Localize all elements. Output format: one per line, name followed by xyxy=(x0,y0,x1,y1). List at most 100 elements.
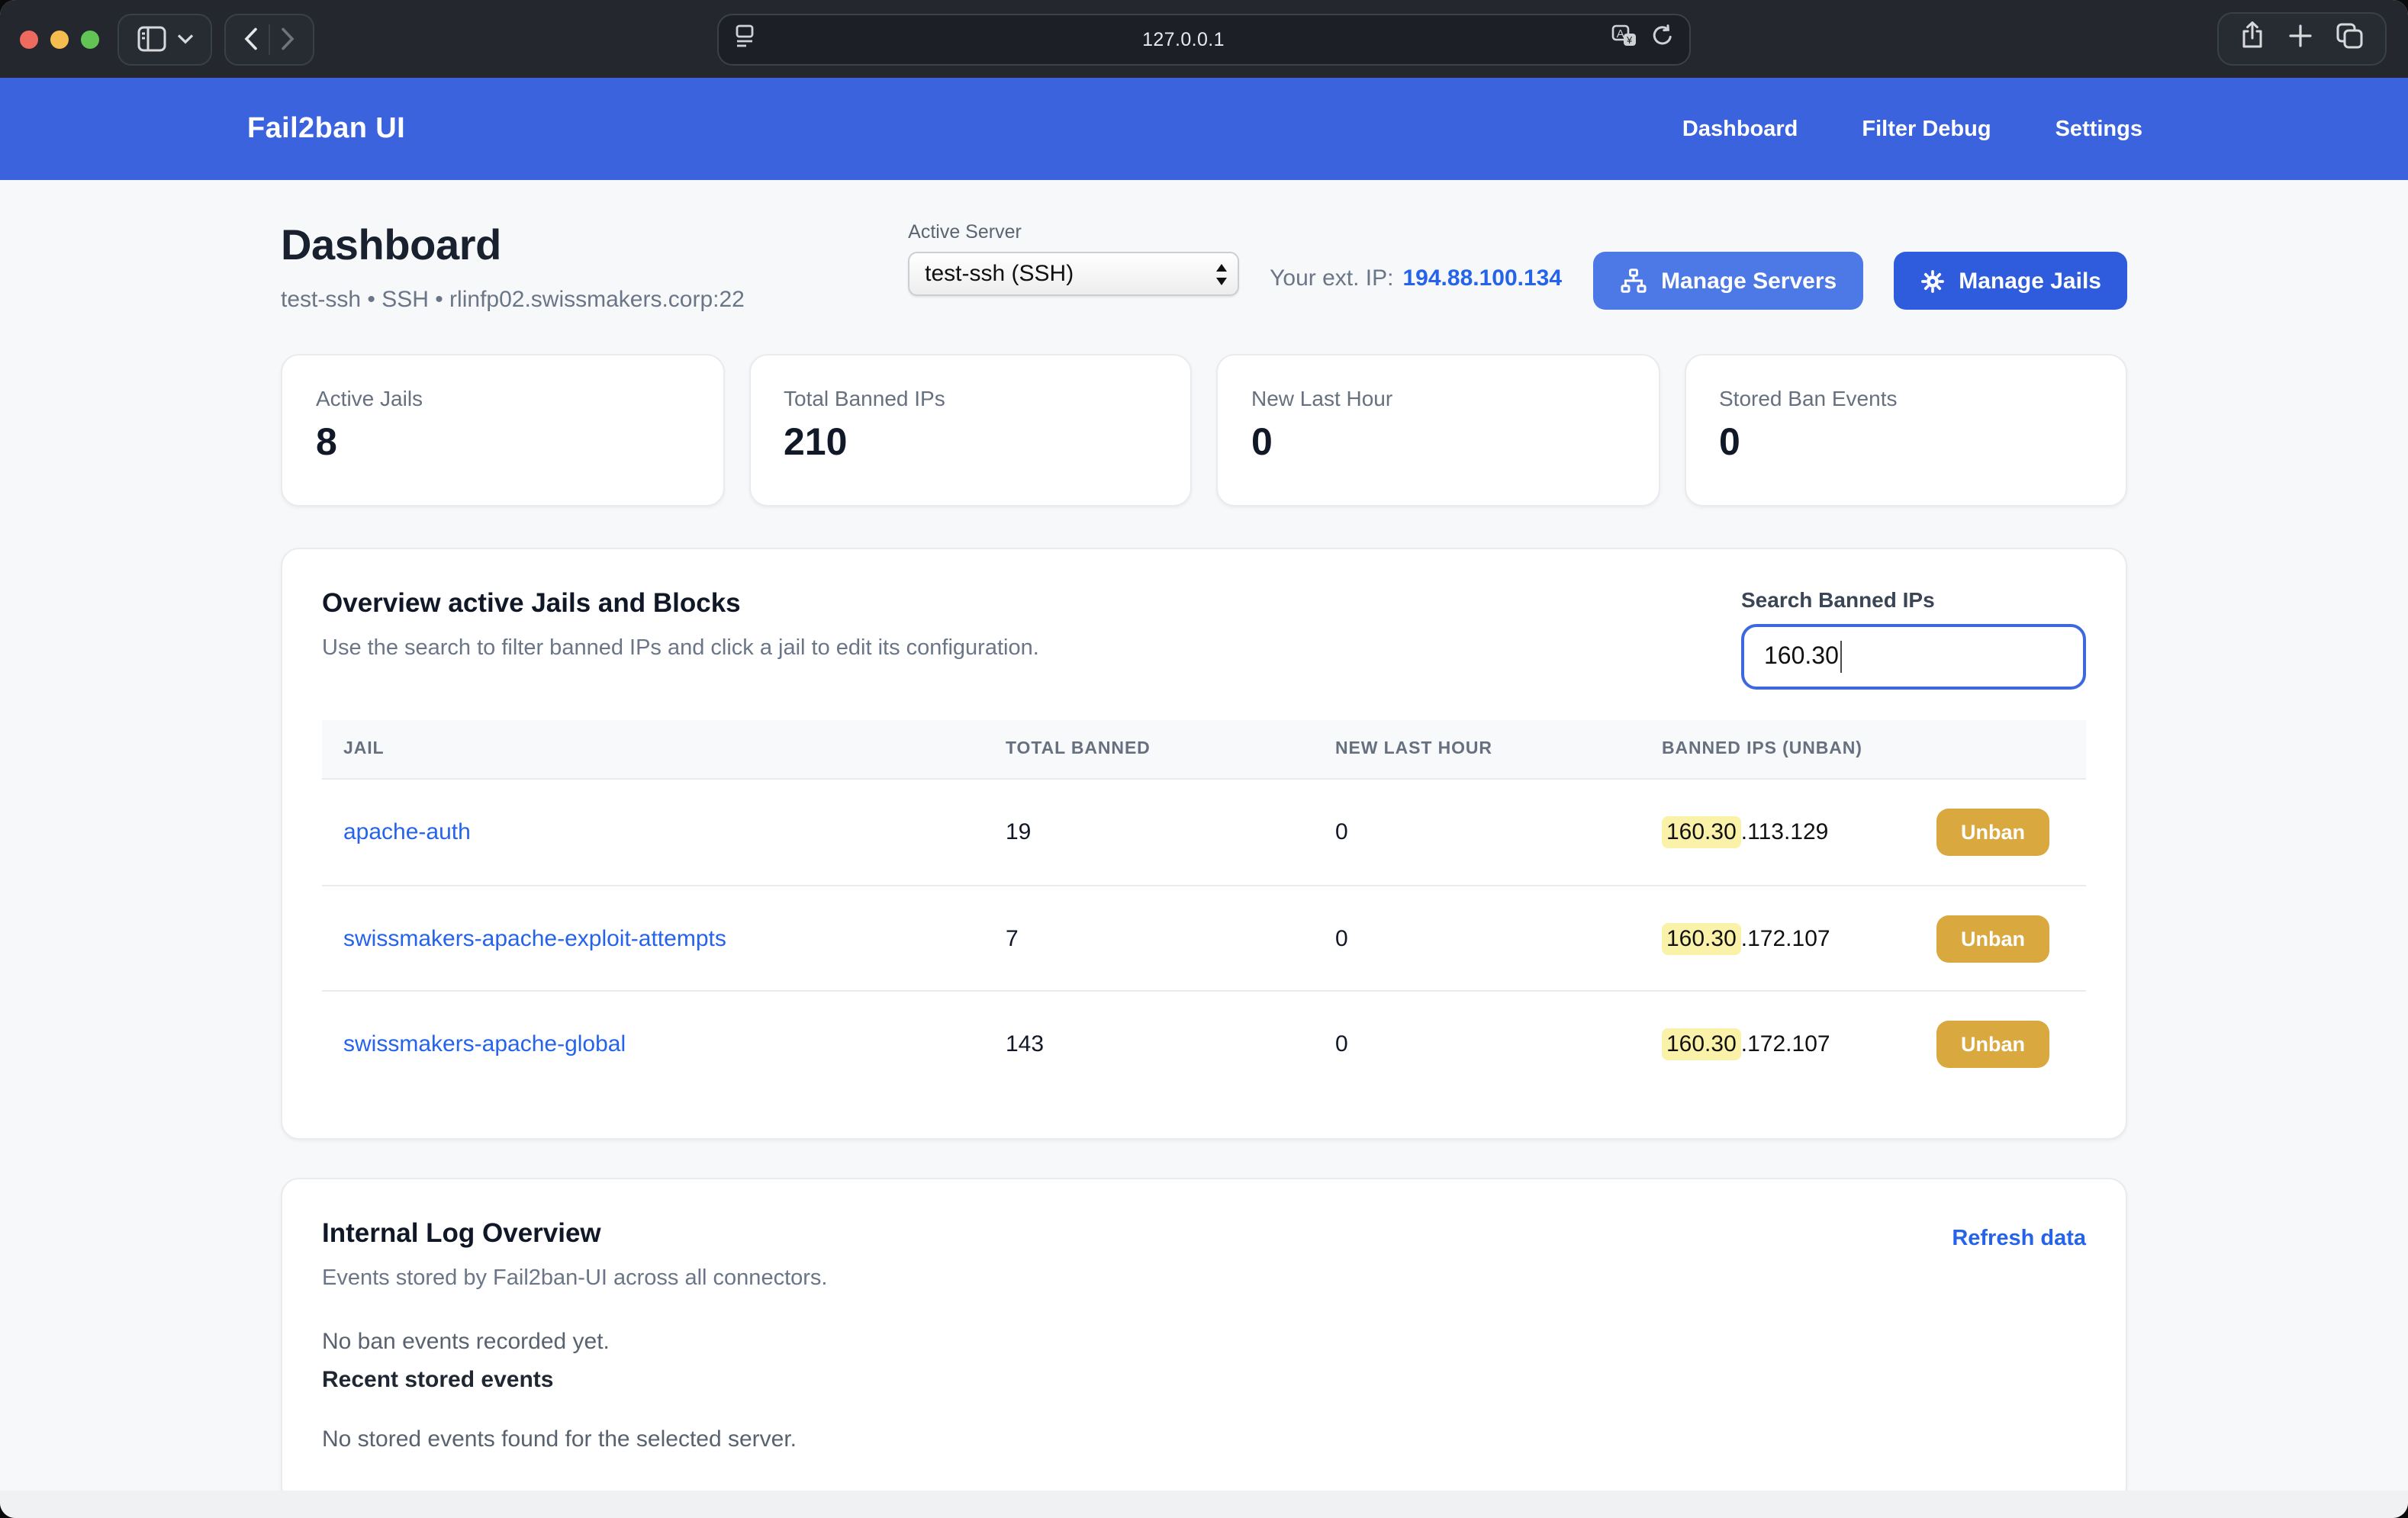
no-stored-events-text: No stored events found for the selected … xyxy=(322,1426,2086,1452)
overview-title: Overview active Jails and Blocks xyxy=(322,587,1039,619)
nav-link-filter-debug[interactable]: Filter Debug xyxy=(1862,117,1991,141)
stat-value: 210 xyxy=(784,421,1157,465)
svg-text:¥: ¥ xyxy=(1626,34,1633,45)
text-cursor xyxy=(1840,641,1843,673)
column-header-new-last-hour: New last hour xyxy=(1335,740,1662,758)
url-text: 127.0.0.1 xyxy=(755,29,1611,50)
stat-cards: Active Jails 8 Total Banned IPs 210 New … xyxy=(281,354,2127,507)
zoom-window-button[interactable] xyxy=(81,30,99,48)
back-button[interactable] xyxy=(244,27,258,50)
toolbar-right-group xyxy=(2217,12,2387,66)
external-ip: Your ext. IP: 194.88.100.134 xyxy=(1270,265,1562,291)
ip-match-highlight: 160.30 xyxy=(1662,816,1741,848)
recent-stored-events-title: Recent stored events xyxy=(322,1367,2086,1393)
svg-text:A: A xyxy=(1617,27,1624,40)
page-format-icon[interactable] xyxy=(734,24,755,55)
stat-label: New Last Hour xyxy=(1251,386,1624,410)
share-icon[interactable] xyxy=(2240,21,2265,56)
stat-value: 8 xyxy=(316,421,689,465)
new-last-hour-cell: 0 xyxy=(1335,819,1662,845)
no-ban-events-text: No ban events recorded yet. xyxy=(322,1329,2086,1355)
sidebar-toggle-group xyxy=(118,13,212,65)
nav-link-settings[interactable]: Settings xyxy=(2055,117,2142,141)
ip-match-highlight: 160.30 xyxy=(1662,1028,1741,1060)
page-title: Dashboard xyxy=(281,221,745,270)
ip-rest: .172.107 xyxy=(1741,1031,1830,1056)
search-banned-ips-input[interactable]: 160.30 xyxy=(1741,624,2086,690)
unban-button[interactable]: Unban xyxy=(1936,915,2049,962)
internal-log-card: Internal Log Overview Events stored by F… xyxy=(281,1178,2127,1504)
stat-card-stored-ban-events: Stored Ban Events 0 xyxy=(1684,354,2127,507)
stat-value: 0 xyxy=(1719,421,2092,465)
address-bar[interactable]: 127.0.0.1 A ¥ xyxy=(717,14,1691,66)
jail-link[interactable]: apache-auth xyxy=(343,819,471,845)
table-header-row: Jail Total banned New last hour Banned I… xyxy=(322,720,2086,780)
minimize-window-button[interactable] xyxy=(50,30,69,48)
page-header: Dashboard test-ssh • SSH • rlinfp02.swis… xyxy=(281,221,2127,313)
column-header-total-banned: Total banned xyxy=(1006,740,1335,758)
manage-servers-label: Manage Servers xyxy=(1661,268,1837,294)
external-ip-label: Your ext. IP: xyxy=(1270,265,1393,291)
browser-window: 127.0.0.1 A ¥ xyxy=(0,0,2408,1518)
refresh-data-link[interactable]: Refresh data xyxy=(1952,1227,2086,1251)
new-last-hour-cell: 0 xyxy=(1335,1031,1662,1056)
screen: 127.0.0.1 A ¥ xyxy=(0,0,2408,1518)
tab-overview-icon[interactable] xyxy=(2336,22,2364,56)
table-row: swissmakers-apache-global 143 0 160.30 .… xyxy=(322,990,2086,1095)
column-header-jail: Jail xyxy=(322,740,1006,758)
forward-button[interactable] xyxy=(281,27,295,50)
manage-jails-label: Manage Jails xyxy=(1959,268,2101,294)
table-row: swissmakers-apache-exploit-attempts 7 0 … xyxy=(322,885,2086,990)
ip-match-highlight: 160.30 xyxy=(1662,922,1741,954)
active-server-select[interactable]: test-ssh (SSH) xyxy=(908,252,1239,296)
new-last-hour-cell: 0 xyxy=(1335,925,1662,951)
close-window-button[interactable] xyxy=(20,30,38,48)
server-subtitle: test-ssh • SSH • rlinfp02.swissmakers.co… xyxy=(281,287,745,313)
ip-rest: .172.107 xyxy=(1741,925,1830,951)
stat-label: Total Banned IPs xyxy=(784,386,1157,410)
log-subtitle: Events stored by Fail2ban-UI across all … xyxy=(322,1266,827,1291)
history-nav-group xyxy=(224,13,314,65)
unban-button[interactable]: Unban xyxy=(1936,1020,2049,1067)
sidebar-chevron-down-icon[interactable] xyxy=(172,34,198,44)
jail-link[interactable]: swissmakers-apache-global xyxy=(343,1031,626,1056)
active-server-label: Active Server xyxy=(908,221,1239,243)
column-header-banned-ips: Banned IPs (unban) xyxy=(1662,740,2086,758)
stat-label: Stored Ban Events xyxy=(1719,386,2092,410)
toolbar-divider xyxy=(269,24,270,54)
reload-icon[interactable] xyxy=(1651,24,1674,55)
select-arrows-icon xyxy=(1215,262,1228,286)
gear-icon xyxy=(1919,268,1945,294)
app-brand[interactable]: Fail2ban UI xyxy=(247,112,405,146)
stat-value: 0 xyxy=(1251,421,1624,465)
nav-link-dashboard[interactable]: Dashboard xyxy=(1682,117,1798,141)
log-title: Internal Log Overview xyxy=(322,1217,827,1249)
jails-overview-card: Overview active Jails and Blocks Use the… xyxy=(281,548,2127,1140)
overview-description: Use the search to filter banned IPs and … xyxy=(322,636,1039,661)
window-controls xyxy=(0,30,118,48)
total-banned-cell: 7 xyxy=(1006,925,1335,951)
manage-jails-button[interactable]: Manage Jails xyxy=(1893,252,2127,310)
stat-card-active-jails: Active Jails 8 xyxy=(281,354,724,507)
stat-card-total-banned: Total Banned IPs 210 xyxy=(748,354,1192,507)
ip-rest: .113.129 xyxy=(1741,819,1829,845)
active-server-value: test-ssh (SSH) xyxy=(925,261,1215,287)
search-input-value: 160.30 xyxy=(1764,643,1839,671)
stat-card-new-last-hour: New Last Hour 0 xyxy=(1216,354,1660,507)
total-banned-cell: 19 xyxy=(1006,819,1335,845)
external-ip-value[interactable]: 194.88.100.134 xyxy=(1403,265,1563,291)
app-navbar: Fail2ban UI Dashboard Filter Debug Setti… xyxy=(0,78,2408,180)
nav-links: Dashboard Filter Debug Settings xyxy=(1682,117,2142,141)
sidebar-icon[interactable] xyxy=(131,26,172,52)
translate-icon[interactable]: A ¥ xyxy=(1611,24,1637,56)
jails-table: Jail Total banned New last hour Banned I… xyxy=(322,720,2086,1095)
search-banned-ips-label: Search Banned IPs xyxy=(1741,587,2086,612)
jail-link[interactable]: swissmakers-apache-exploit-attempts xyxy=(343,925,726,951)
total-banned-cell: 143 xyxy=(1006,1031,1335,1056)
manage-servers-button[interactable]: Manage Servers xyxy=(1592,252,1862,310)
new-tab-icon[interactable] xyxy=(2289,24,2312,54)
unban-button[interactable]: Unban xyxy=(1936,809,2049,856)
page-footer-strip xyxy=(0,1491,2408,1518)
browser-toolbar: 127.0.0.1 A ¥ xyxy=(0,0,2408,78)
stat-label: Active Jails xyxy=(316,386,689,410)
